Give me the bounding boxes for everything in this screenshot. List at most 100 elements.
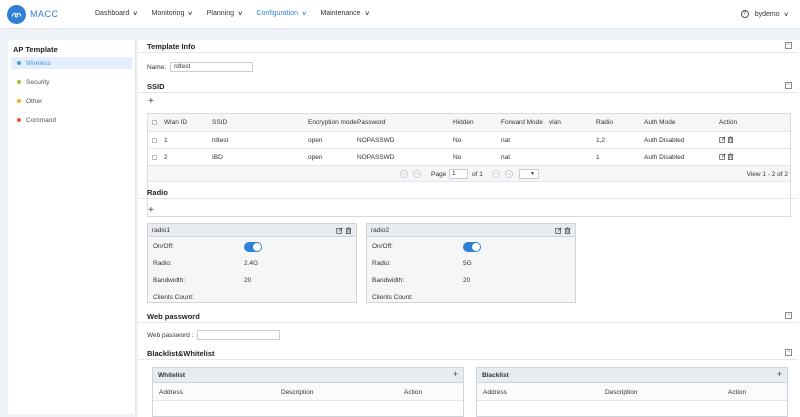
edit-icon[interactable]	[719, 136, 726, 143]
cell-wlan-id: 2	[164, 154, 168, 161]
edit-icon[interactable]	[555, 227, 562, 234]
page-label: Page	[431, 171, 447, 178]
last-page-icon[interactable]: >|	[505, 170, 513, 178]
sidebar-item-label: Security	[26, 78, 50, 86]
chevron-down-icon: ∨	[132, 11, 139, 17]
delete-icon[interactable]	[727, 153, 734, 160]
section-title: Blacklist&Whitelist	[147, 349, 215, 358]
col-header: SSID	[212, 119, 228, 126]
brand-name: MACC	[30, 9, 59, 19]
collapse-icon[interactable]: −	[785, 42, 792, 49]
add-blacklist-button[interactable]: +	[777, 369, 782, 379]
nav-planning[interactable]: Planning ∨	[207, 10, 243, 17]
whitelist-panel: Whitelist + Address Description Action	[152, 367, 464, 417]
edit-icon[interactable]	[336, 227, 343, 234]
prev-page-icon[interactable]: <<	[413, 170, 421, 178]
cell-hidden: No	[453, 154, 462, 161]
radio-value: 2.4G	[244, 260, 259, 267]
main-content: Template Info − Name: rdtest SSID − + Wl…	[138, 40, 800, 417]
card-title: radio2	[371, 227, 390, 234]
sidebar-item-other[interactable]: Other	[11, 95, 132, 107]
template-info-header: Template Info −	[138, 40, 798, 53]
top-navbar: MACC Dashboard ∨ Monitoring ∨ Planning ∨ Co…	[0, 0, 800, 29]
nav-configuration[interactable]: Configuration ∨	[256, 10, 308, 17]
chevron-down-icon: ∨	[301, 11, 308, 17]
list-title: Whitelist	[158, 372, 186, 379]
radio-toggle[interactable]	[244, 242, 262, 252]
sidebar-item-command[interactable]: Command	[11, 114, 132, 126]
dot-icon	[17, 99, 21, 103]
page-input[interactable]: 1	[449, 169, 468, 179]
edit-icon[interactable]	[719, 153, 726, 160]
nav-label: Dashboard	[95, 10, 130, 17]
collapse-icon[interactable]: −	[785, 312, 792, 319]
col-header: Forward Mode	[501, 119, 543, 126]
cell-hidden: No	[453, 137, 462, 144]
card-actions	[334, 227, 352, 234]
chevron-down-icon: ∨	[782, 11, 789, 18]
nav-maintenance[interactable]: Maintenance ∨	[320, 10, 369, 17]
cell-radio: 1	[596, 154, 600, 161]
cell-password: NOPASSWD	[357, 154, 395, 161]
sidebar-item-label: Wireless	[26, 59, 51, 67]
radio-toggle[interactable]	[463, 242, 481, 252]
onoff-label: On/Off:	[153, 243, 174, 250]
username: bydemo	[754, 10, 780, 18]
sidebar-item-security[interactable]: Security	[11, 76, 132, 88]
cell-auth-mode: Auth Disabled	[644, 154, 685, 161]
col-header: Encryption mode	[308, 119, 357, 126]
bandwidth-value: 20	[463, 277, 471, 284]
first-page-icon[interactable]: |<	[400, 170, 408, 178]
cell-ssid: IBD	[212, 154, 223, 161]
brand-logo-icon[interactable]	[7, 5, 26, 24]
cell-forward-mode: nat	[501, 154, 511, 161]
dot-icon	[17, 118, 21, 122]
chevron-down-icon: ∨	[363, 11, 370, 17]
cell-auth-mode: Auth Disabled	[644, 137, 685, 144]
card-title: radio1	[152, 227, 171, 234]
ssid-header: SSID −	[138, 80, 798, 93]
card-header: radio1	[148, 224, 356, 237]
help-icon[interactable]: ?	[740, 10, 749, 18]
radio-header: Radio	[138, 186, 798, 199]
row-checkbox[interactable]	[152, 138, 157, 143]
list-title: Blacklist	[482, 372, 509, 379]
add-radio-button[interactable]: +	[148, 205, 154, 216]
add-whitelist-button[interactable]: +	[453, 369, 458, 379]
delete-icon[interactable]	[727, 136, 734, 143]
col-header: Address	[159, 389, 183, 396]
col-header: Address	[483, 389, 507, 396]
table-header-row: Wlan ID SSID Encryption mode Password Hi…	[148, 114, 790, 132]
col-header: Auth Mode	[644, 119, 676, 126]
table-row[interactable]: 2 IBD open NOPASSWD No nat 1 Auth Disabl…	[148, 149, 790, 166]
collapse-icon[interactable]: −	[785, 349, 792, 356]
col-header: Action	[719, 119, 738, 126]
add-ssid-button[interactable]: +	[148, 96, 154, 107]
user-menu[interactable]: ? bydemo ∨	[740, 10, 789, 18]
radio-label: Radio:	[153, 260, 172, 267]
delete-icon[interactable]	[345, 227, 352, 234]
card-actions	[553, 227, 571, 234]
radio-card-2: radio2 On/Off: Radio: 5G Bandwidth: 20 C…	[366, 223, 576, 303]
cell-radio: 1,2	[596, 137, 606, 144]
chevron-down-icon: ∨	[187, 11, 194, 17]
bandwidth-label: Bandwidth:	[372, 277, 405, 284]
select-all-checkbox[interactable]	[152, 120, 157, 125]
blacklist-panel: Blacklist + Address Description Action	[476, 367, 788, 417]
nav-dashboard[interactable]: Dashboard ∨	[95, 10, 138, 17]
page-size-select[interactable]: ▼	[519, 169, 539, 179]
nav-label: Planning	[206, 10, 234, 17]
name-input[interactable]: rdtest	[170, 62, 253, 72]
web-password-input[interactable]	[197, 330, 280, 340]
nav-monitoring[interactable]: Monitoring ∨	[152, 10, 194, 17]
collapse-icon[interactable]: −	[785, 82, 792, 89]
table-row[interactable]: 1 rdtest open NOPASSWD No nat 1,2 Auth D…	[148, 132, 790, 149]
row-checkbox[interactable]	[152, 155, 157, 160]
section-title: Template Info	[147, 42, 196, 51]
next-page-icon[interactable]: >>	[492, 170, 500, 178]
sidebar-item-wireless[interactable]: Wireless	[11, 57, 132, 69]
table-pager: |< << Page 1 of 1 >> >| ▼ View 1 - 2 of …	[148, 166, 790, 182]
web-password-label: Web password :	[147, 332, 194, 339]
view-count: View 1 - 2 of 2	[746, 171, 788, 178]
delete-icon[interactable]	[564, 227, 571, 234]
